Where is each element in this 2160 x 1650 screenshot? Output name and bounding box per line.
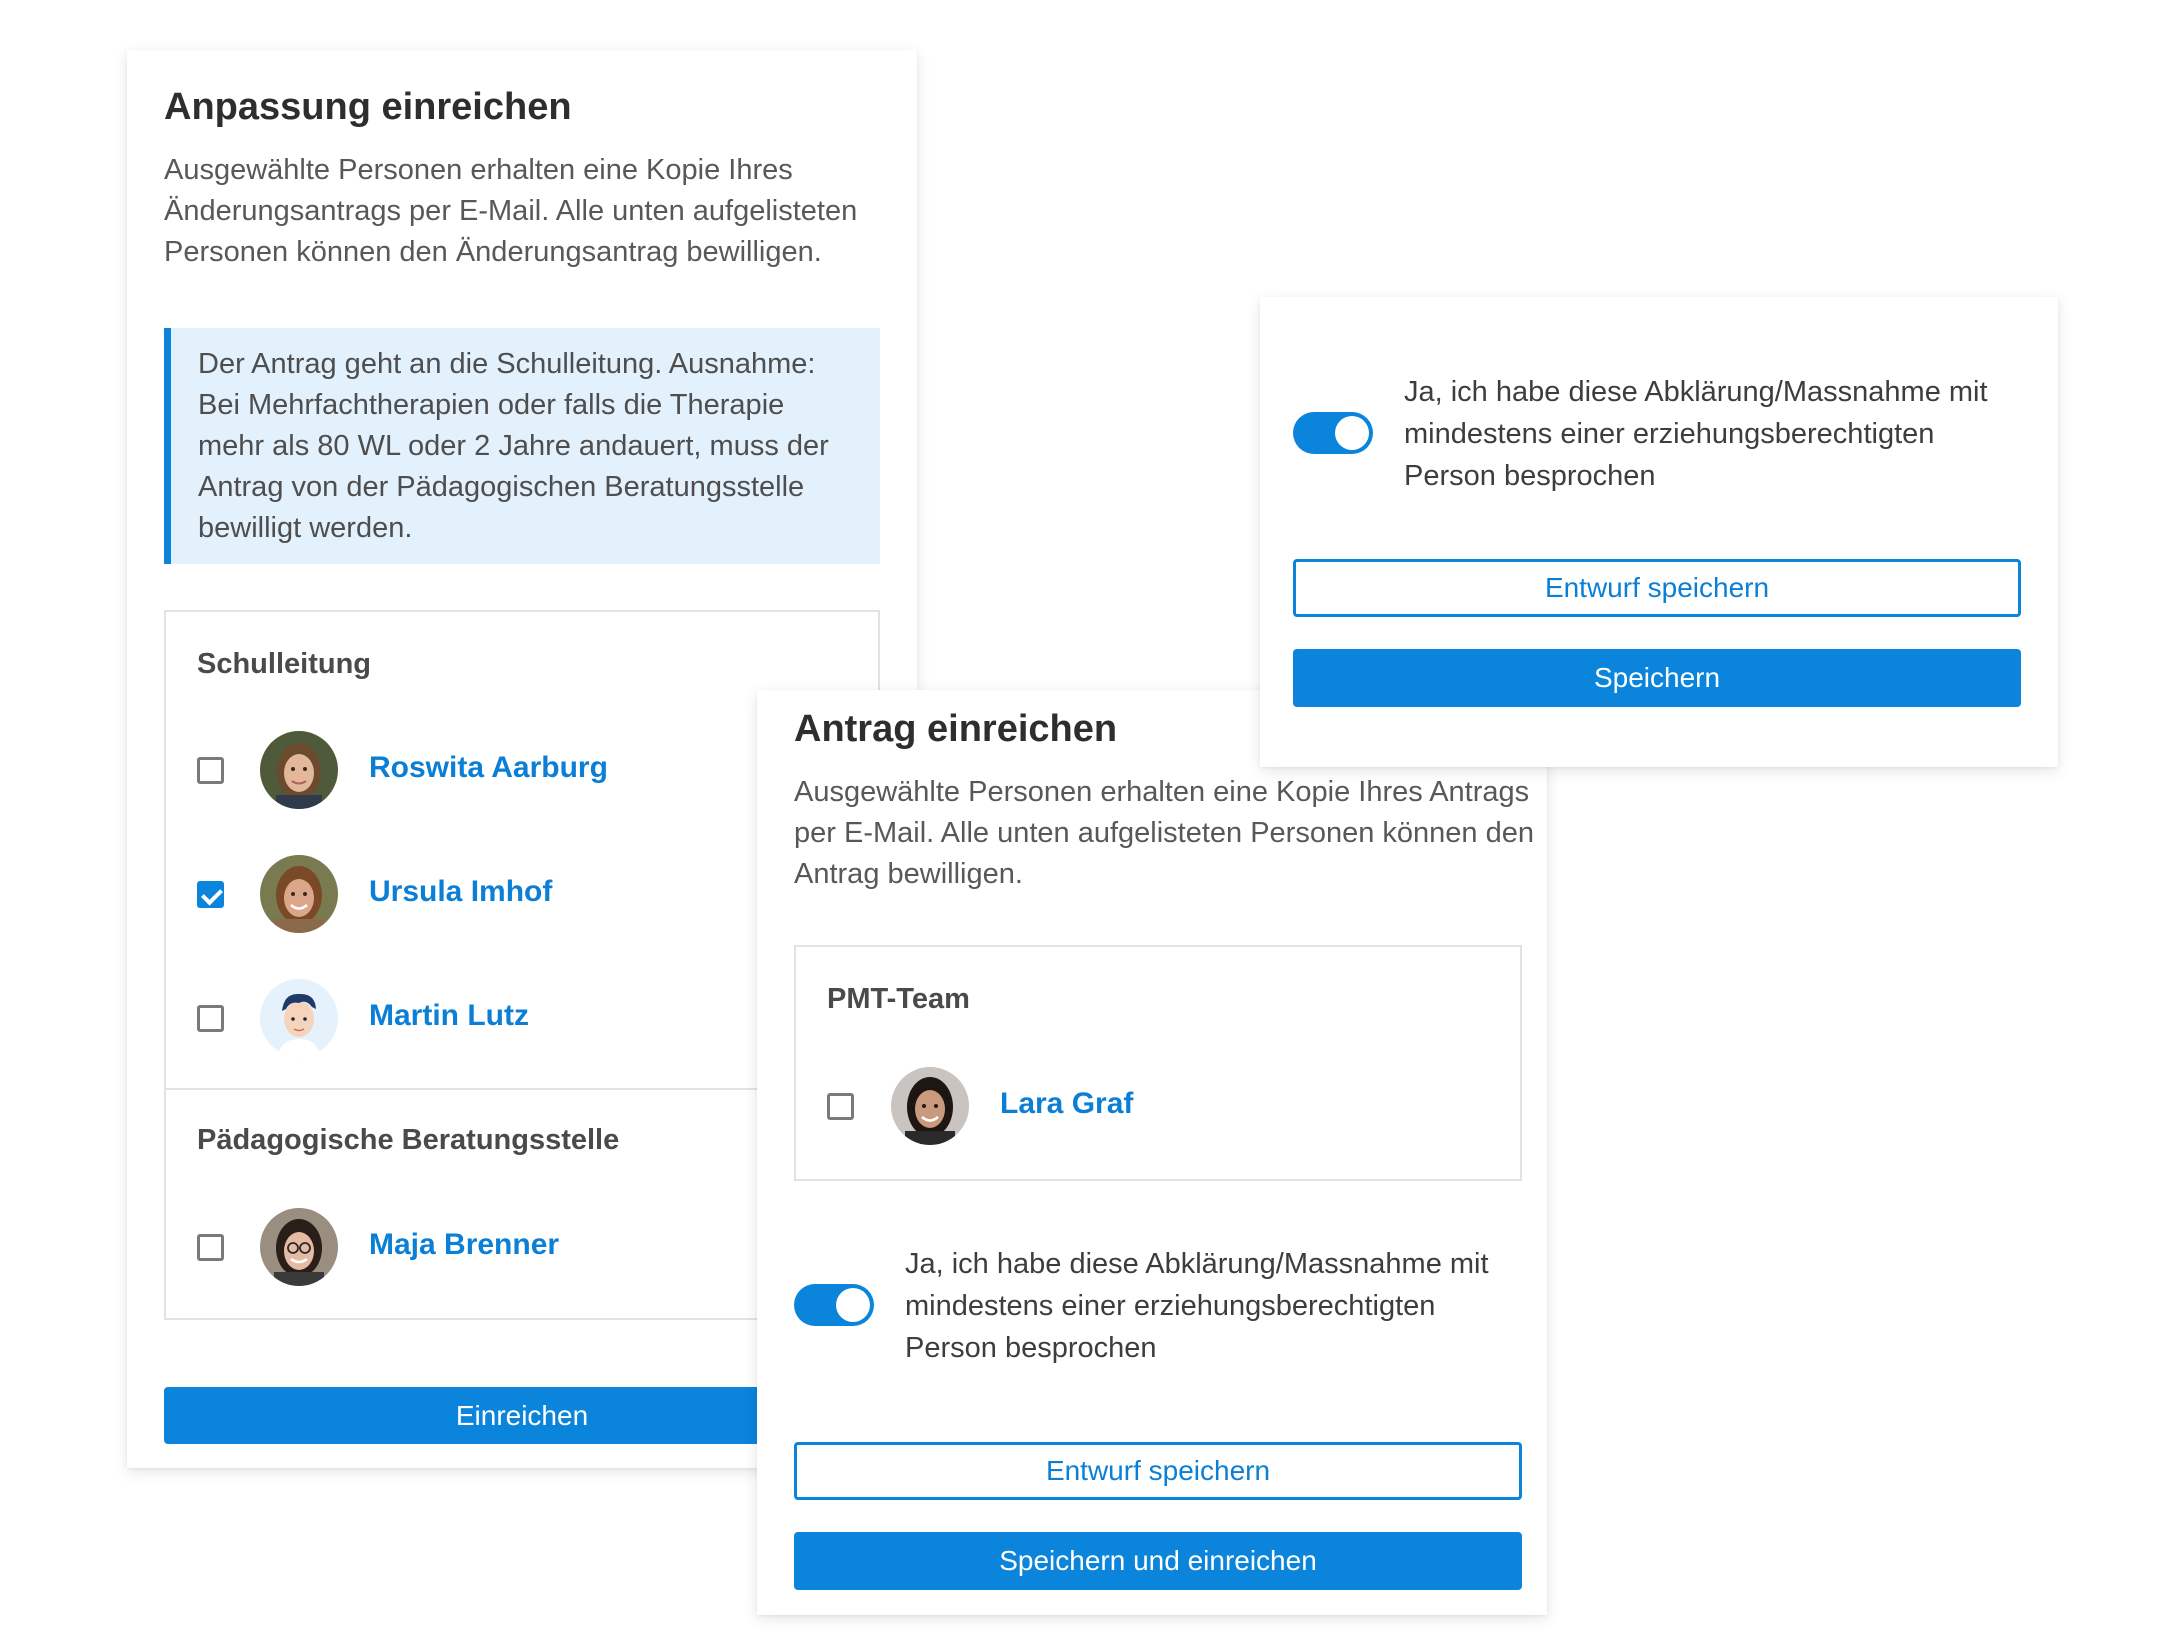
group-label-paedagogische-beratungsstelle: Pädagogische Beratungsstelle: [197, 1124, 620, 1156]
toggle-knob: [1335, 416, 1369, 450]
person-link-martin-lutz[interactable]: Martin Lutz: [369, 999, 529, 1033]
photo-woman-icon: [891, 1067, 969, 1145]
photo-woman-icon: [260, 855, 338, 933]
entwurf-speichern-button[interactable]: Entwurf speichern: [1293, 559, 2021, 617]
person-link-lara-graf[interactable]: Lara Graf: [1000, 1087, 1133, 1121]
checkbox-martin-lutz[interactable]: [197, 1005, 224, 1032]
speichern-und-einreichen-button[interactable]: Speichern und einreichen: [794, 1532, 1522, 1590]
consent-card: Ja, ich habe diese Abklärung/Massnahme m…: [1260, 297, 2058, 767]
antrag-title: Antrag einreichen: [794, 708, 1118, 750]
cartoon-man-icon: [260, 979, 338, 1057]
anpassung-title: Anpassung einreichen: [164, 86, 572, 128]
person-link-maja-brenner[interactable]: Maja Brenner: [369, 1228, 559, 1262]
person-link-roswita-aarburg[interactable]: Roswita Aarburg: [369, 751, 608, 785]
entwurf-speichern-button[interactable]: Entwurf speichern: [794, 1442, 1522, 1500]
person-link-ursula-imhof[interactable]: Ursula Imhof: [369, 875, 552, 909]
antrag-description: Ausgewählte Personen erhalten eine Kopie…: [794, 776, 1534, 890]
info-box: Der Antrag geht an die Schulleitung. Aus…: [164, 328, 880, 564]
speichern-button[interactable]: Speichern: [1293, 649, 2021, 707]
checkbox-lara-graf[interactable]: [827, 1093, 854, 1120]
group-label-schulleitung: Schulleitung: [197, 648, 371, 680]
anpassung-description: Ausgewählte Personen erhalten eine Kopie…: [164, 154, 858, 268]
consent-toggle[interactable]: [1293, 412, 1373, 454]
checkbox-roswita-aarburg[interactable]: [197, 757, 224, 784]
antrag-card: Antrag einreichen Ausgewählte Personen e…: [757, 690, 1547, 1615]
checkbox-ursula-imhof[interactable]: [197, 881, 224, 908]
consent-toggle-label: Ja, ich habe diese Abklärung/Massnahme m…: [1404, 376, 1988, 492]
checkbox-maja-brenner[interactable]: [197, 1234, 224, 1261]
consent-toggle[interactable]: [794, 1284, 874, 1326]
photo-woman-glasses-icon: [260, 1208, 338, 1286]
consent-toggle-label: Ja, ich habe diese Abklärung/Massnahme m…: [905, 1248, 1489, 1364]
group-label-pmt-team: PMT-Team: [827, 983, 970, 1015]
photo-woman-icon: [260, 731, 338, 809]
toggle-knob: [836, 1288, 870, 1322]
recipient-group-pmt: PMT-Team Lara Graf: [794, 945, 1522, 1181]
